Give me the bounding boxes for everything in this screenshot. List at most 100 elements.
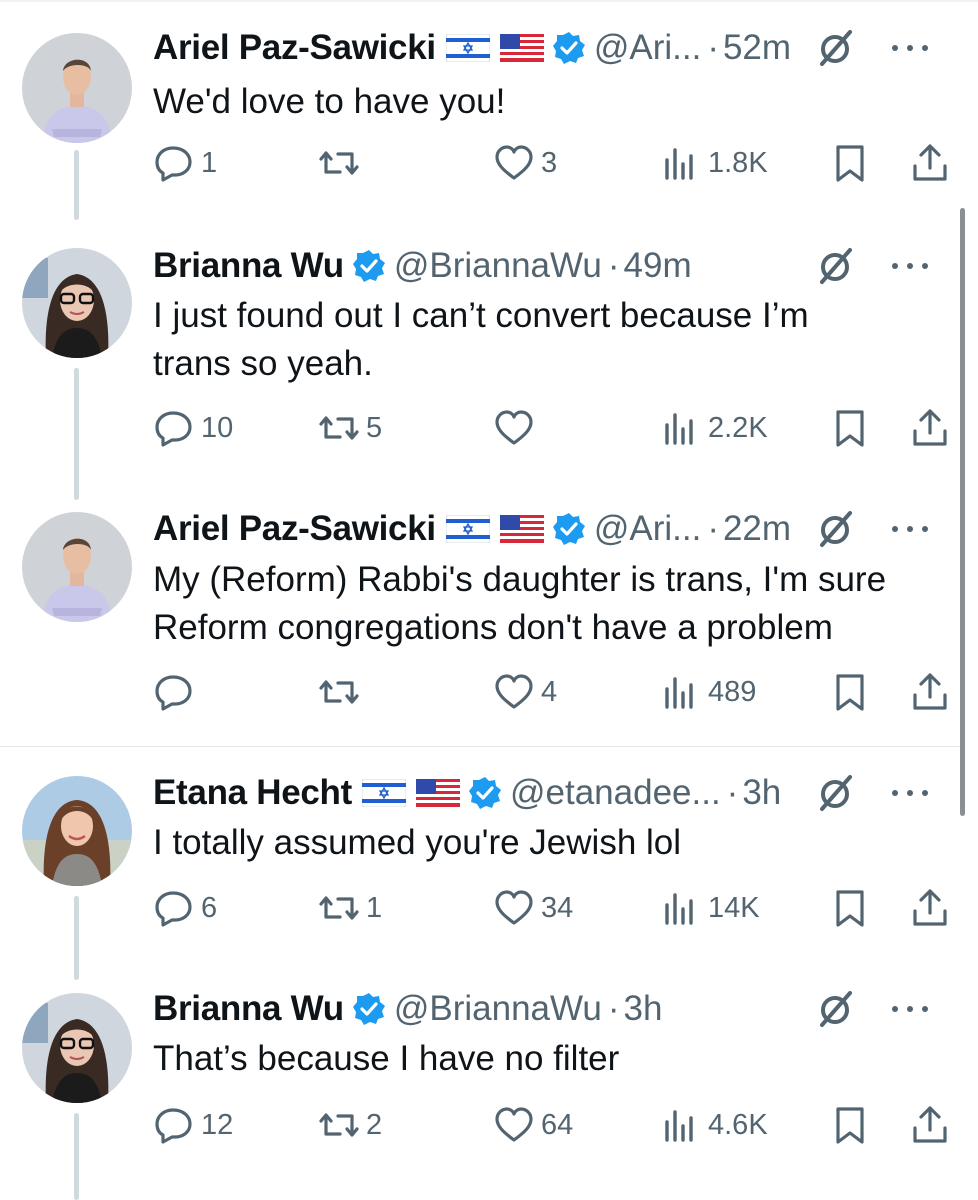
share-icon [913, 409, 947, 446]
timestamp[interactable]: 22m [723, 505, 791, 553]
us-flag-icon [415, 779, 460, 807]
us-flag-icon [499, 34, 544, 62]
separator-dot: · [707, 28, 719, 67]
tweet-actions: 4 489 [153, 667, 953, 717]
verified-badge-icon[interactable] [468, 776, 502, 810]
tweet-thread-feed: Ariel Paz-Sawicki @Ari... · 52m We'd lov… [0, 0, 978, 1200]
avatar-brianna[interactable] [22, 993, 132, 1103]
tweet-divider [0, 746, 960, 747]
bookmark-button[interactable] [829, 883, 871, 933]
grok-icon[interactable] [816, 509, 856, 549]
grok-icon[interactable] [816, 28, 856, 68]
tweet[interactable]: Etana Hecht @etanadee... · 3h I totally … [0, 750, 960, 980]
us-flag-icon [499, 515, 544, 543]
display-name[interactable]: Brianna Wu [153, 242, 344, 290]
retweet-button[interactable]: 1 [318, 883, 382, 933]
reply-button[interactable]: 1 [153, 138, 217, 188]
separator-dot: · [707, 509, 719, 548]
display-name[interactable]: Ariel Paz-Sawicki [153, 24, 436, 72]
separator-dot: · [607, 246, 620, 285]
tweet-actions: 10 5 2.2K [153, 403, 953, 453]
more-options-icon[interactable] [892, 246, 928, 286]
like-count: 3 [541, 146, 558, 179]
user-handle[interactable]: @etanadee... [510, 769, 721, 817]
like-button[interactable]: 4 [493, 667, 557, 717]
display-name[interactable]: Etana Hecht [153, 769, 352, 817]
bookmark-button[interactable] [829, 1100, 871, 1150]
user-handle[interactable]: @Ari... [594, 24, 701, 72]
timestamp[interactable]: 52m [723, 24, 791, 72]
avatar-etana[interactable] [22, 776, 132, 886]
avatar-ariel[interactable] [22, 512, 132, 622]
views-button[interactable]: 14K [660, 883, 760, 933]
retweet-icon [319, 416, 359, 440]
tweet-actions: 1 3 1.8K [153, 138, 953, 188]
heart-icon [495, 674, 533, 709]
like-button[interactable] [493, 403, 541, 453]
share-button[interactable] [909, 138, 951, 188]
bookmark-button[interactable] [829, 667, 871, 717]
retweet-button[interactable] [318, 138, 366, 188]
avatar-brianna[interactable] [22, 248, 132, 358]
timestamp[interactable]: 3h [624, 985, 663, 1033]
more-options-icon[interactable] [892, 509, 928, 549]
share-icon [913, 144, 947, 181]
separator-dot: · [726, 773, 739, 812]
display-name[interactable]: Ariel Paz-Sawicki [153, 505, 436, 553]
retweet-icon [319, 1113, 359, 1137]
heart-icon [495, 410, 533, 445]
user-handle[interactable]: @BriannaWu [394, 242, 602, 290]
retweet-icon [319, 151, 359, 175]
views-button[interactable]: 489 [660, 667, 756, 717]
avatar-ariel[interactable] [22, 33, 132, 143]
grok-icon[interactable] [816, 246, 856, 286]
more-options-icon[interactable] [892, 989, 928, 1029]
retweet-button[interactable] [318, 667, 366, 717]
more-options-icon[interactable] [892, 773, 928, 813]
like-button[interactable]: 34 [493, 883, 573, 933]
grok-icon[interactable] [816, 989, 856, 1029]
view-count: 14K [708, 891, 760, 924]
retweet-button[interactable]: 2 [318, 1100, 382, 1150]
tweet[interactable]: Ariel Paz-Sawicki @Ari... · 22m My (Refo… [0, 495, 960, 745]
views-button[interactable]: 4.6K [660, 1100, 768, 1150]
timestamp[interactable]: 49m [624, 242, 692, 290]
timestamp[interactable]: 3h [742, 769, 781, 817]
share-button[interactable] [909, 403, 951, 453]
retweet-count: 1 [366, 891, 383, 924]
tweet-text: That’s because I have no filter [153, 1039, 620, 1078]
reply-button[interactable] [153, 667, 201, 717]
bookmark-button[interactable] [829, 138, 871, 188]
scrollbar-thumb[interactable] [960, 208, 965, 816]
user-handle[interactable]: @Ari... [594, 505, 701, 553]
user-handle[interactable]: @BriannaWu [394, 985, 602, 1033]
bookmark-icon [836, 410, 864, 447]
tweet[interactable]: Ariel Paz-Sawicki @Ari... · 52m We'd lov… [0, 0, 960, 220]
view-count: 1.8K [708, 146, 768, 179]
views-button[interactable]: 1.8K [660, 138, 768, 188]
reply-button[interactable]: 12 [153, 1100, 233, 1150]
verified-badge-icon[interactable] [352, 992, 386, 1026]
share-button[interactable] [909, 883, 951, 933]
thread-connector-line [74, 368, 79, 500]
verified-badge-icon[interactable] [552, 512, 586, 546]
reply-count: 10 [201, 411, 234, 444]
reply-button[interactable]: 10 [153, 403, 233, 453]
tweet[interactable]: Brianna Wu @BriannaWu · 3h That’s becaus… [0, 985, 960, 1200]
bookmark-button[interactable] [829, 403, 871, 453]
retweet-button[interactable]: 5 [318, 403, 382, 453]
verified-badge-icon[interactable] [352, 249, 386, 283]
retweet-count: 5 [366, 411, 383, 444]
like-button[interactable]: 3 [493, 138, 557, 188]
share-button[interactable] [909, 667, 951, 717]
share-button[interactable] [909, 1100, 951, 1150]
more-options-icon[interactable] [892, 28, 928, 68]
tweet-actions: 12 2 64 4.6K [153, 1100, 953, 1150]
display-name[interactable]: Brianna Wu [153, 985, 344, 1033]
verified-badge-icon[interactable] [552, 31, 586, 65]
reply-button[interactable]: 6 [153, 883, 217, 933]
grok-icon[interactable] [816, 773, 856, 813]
views-button[interactable]: 2.2K [660, 403, 768, 453]
tweet[interactable]: Brianna Wu @BriannaWu · 49m I just found… [0, 230, 960, 500]
like-button[interactable]: 64 [493, 1100, 573, 1150]
